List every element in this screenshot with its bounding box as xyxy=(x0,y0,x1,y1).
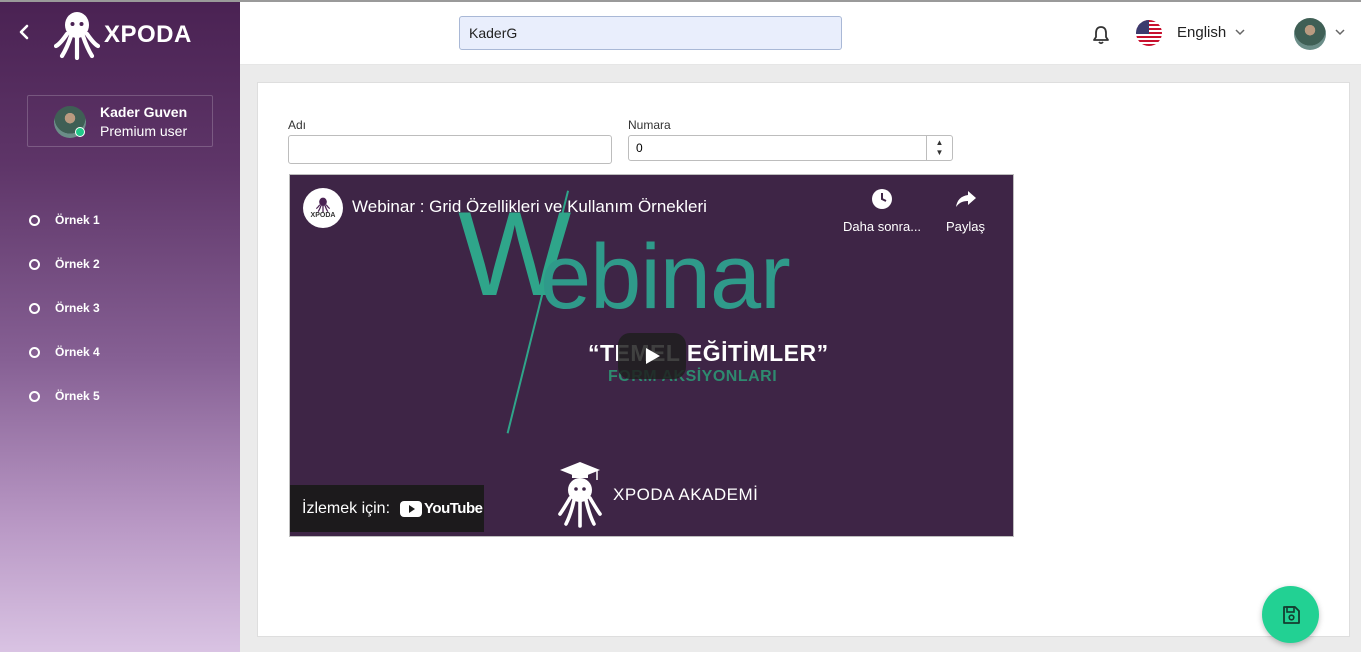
circle-icon xyxy=(29,302,40,314)
sidebar-item-label: Örnek 4 xyxy=(55,345,100,359)
youtube-brand: YouTube xyxy=(400,500,483,517)
chevron-down-icon[interactable] xyxy=(1334,27,1346,37)
octopus-logo-icon xyxy=(315,197,331,213)
save-button[interactable] xyxy=(1262,586,1319,643)
sidebar-nav: Örnek 1 Örnek 2 Örnek 3 Örnek 4 Örnek 5 xyxy=(29,194,100,422)
us-flag-icon[interactable] xyxy=(1136,20,1162,46)
sidebar-item-label: Örnek 1 xyxy=(55,213,100,227)
graduation-octopus-icon xyxy=(558,462,602,528)
video-title[interactable]: Webinar : Grid Özellikleri ve Kullanım Ö… xyxy=(352,197,707,217)
sidebar-item-ornek-5[interactable]: Örnek 5 xyxy=(29,370,100,422)
online-status-dot xyxy=(75,127,85,137)
watch-on-youtube-button[interactable]: İzlemek için: YouTube xyxy=(290,485,484,532)
floppy-disk-icon xyxy=(1282,605,1300,624)
share-button[interactable]: Paylaş xyxy=(946,187,985,234)
youtube-play-icon xyxy=(400,500,423,517)
thumbnail-brand-text: XPODA AKADEMİ xyxy=(613,485,759,504)
play-button[interactable] xyxy=(618,333,686,379)
youtube-embed[interactable]: W ebinar “TEMEL EĞİTİMLER” FORM AKSİYONL… xyxy=(289,174,1014,537)
octopus-logo-icon xyxy=(54,12,100,60)
chevron-down-icon[interactable] xyxy=(1234,27,1246,37)
circle-icon xyxy=(29,346,40,358)
name-field-label: Adı xyxy=(288,118,307,132)
thumbnail-word-rest: ebinar xyxy=(540,226,791,328)
number-field-label: Numara xyxy=(628,118,671,132)
share-label: Paylaş xyxy=(946,219,986,234)
sidebar-item-label: Örnek 3 xyxy=(55,301,100,315)
sidebar-item-label: Örnek 5 xyxy=(55,389,100,403)
thumbnail-brand: XPODA AKADEMİ xyxy=(555,460,758,530)
channel-logo-text: XPODA xyxy=(310,212,336,219)
top-header: English xyxy=(240,2,1361,65)
search-input[interactable] xyxy=(459,16,842,50)
number-field[interactable] xyxy=(628,135,953,161)
name-field[interactable] xyxy=(288,135,612,164)
stepper-down-icon[interactable]: ▼ xyxy=(936,148,944,158)
watch-later-button[interactable]: Daha sonra... xyxy=(843,187,921,234)
channel-logo[interactable]: XPODA xyxy=(303,188,343,228)
clock-icon xyxy=(872,189,893,209)
circle-icon xyxy=(29,390,40,402)
user-name: Kader Guven xyxy=(100,104,188,120)
language-selector[interactable]: English xyxy=(1177,24,1226,41)
circle-icon xyxy=(29,214,40,226)
app-logo[interactable]: XPODA xyxy=(54,10,192,60)
sidebar-item-label: Örnek 2 xyxy=(55,257,100,271)
play-icon xyxy=(646,348,660,364)
sidebar: XPODA Kader Guven Premium user Örnek 1 Ö… xyxy=(0,2,240,652)
youtube-text: YouTube xyxy=(424,500,483,517)
chevron-left-icon[interactable] xyxy=(16,22,32,42)
stepper-up-icon[interactable]: ▲ xyxy=(936,138,944,148)
number-stepper[interactable]: ▲ ▼ xyxy=(926,136,952,160)
circle-icon xyxy=(29,258,40,270)
bell-icon[interactable] xyxy=(1091,24,1111,46)
user-card[interactable]: Kader Guven Premium user xyxy=(27,95,213,147)
share-arrow-icon xyxy=(955,191,976,207)
watch-on-label: İzlemek için: xyxy=(302,499,391,517)
watch-later-label: Daha sonra... xyxy=(843,219,922,234)
header-avatar[interactable] xyxy=(1294,18,1326,50)
user-role: Premium user xyxy=(100,123,188,139)
brand-name: XPODA xyxy=(104,21,192,48)
